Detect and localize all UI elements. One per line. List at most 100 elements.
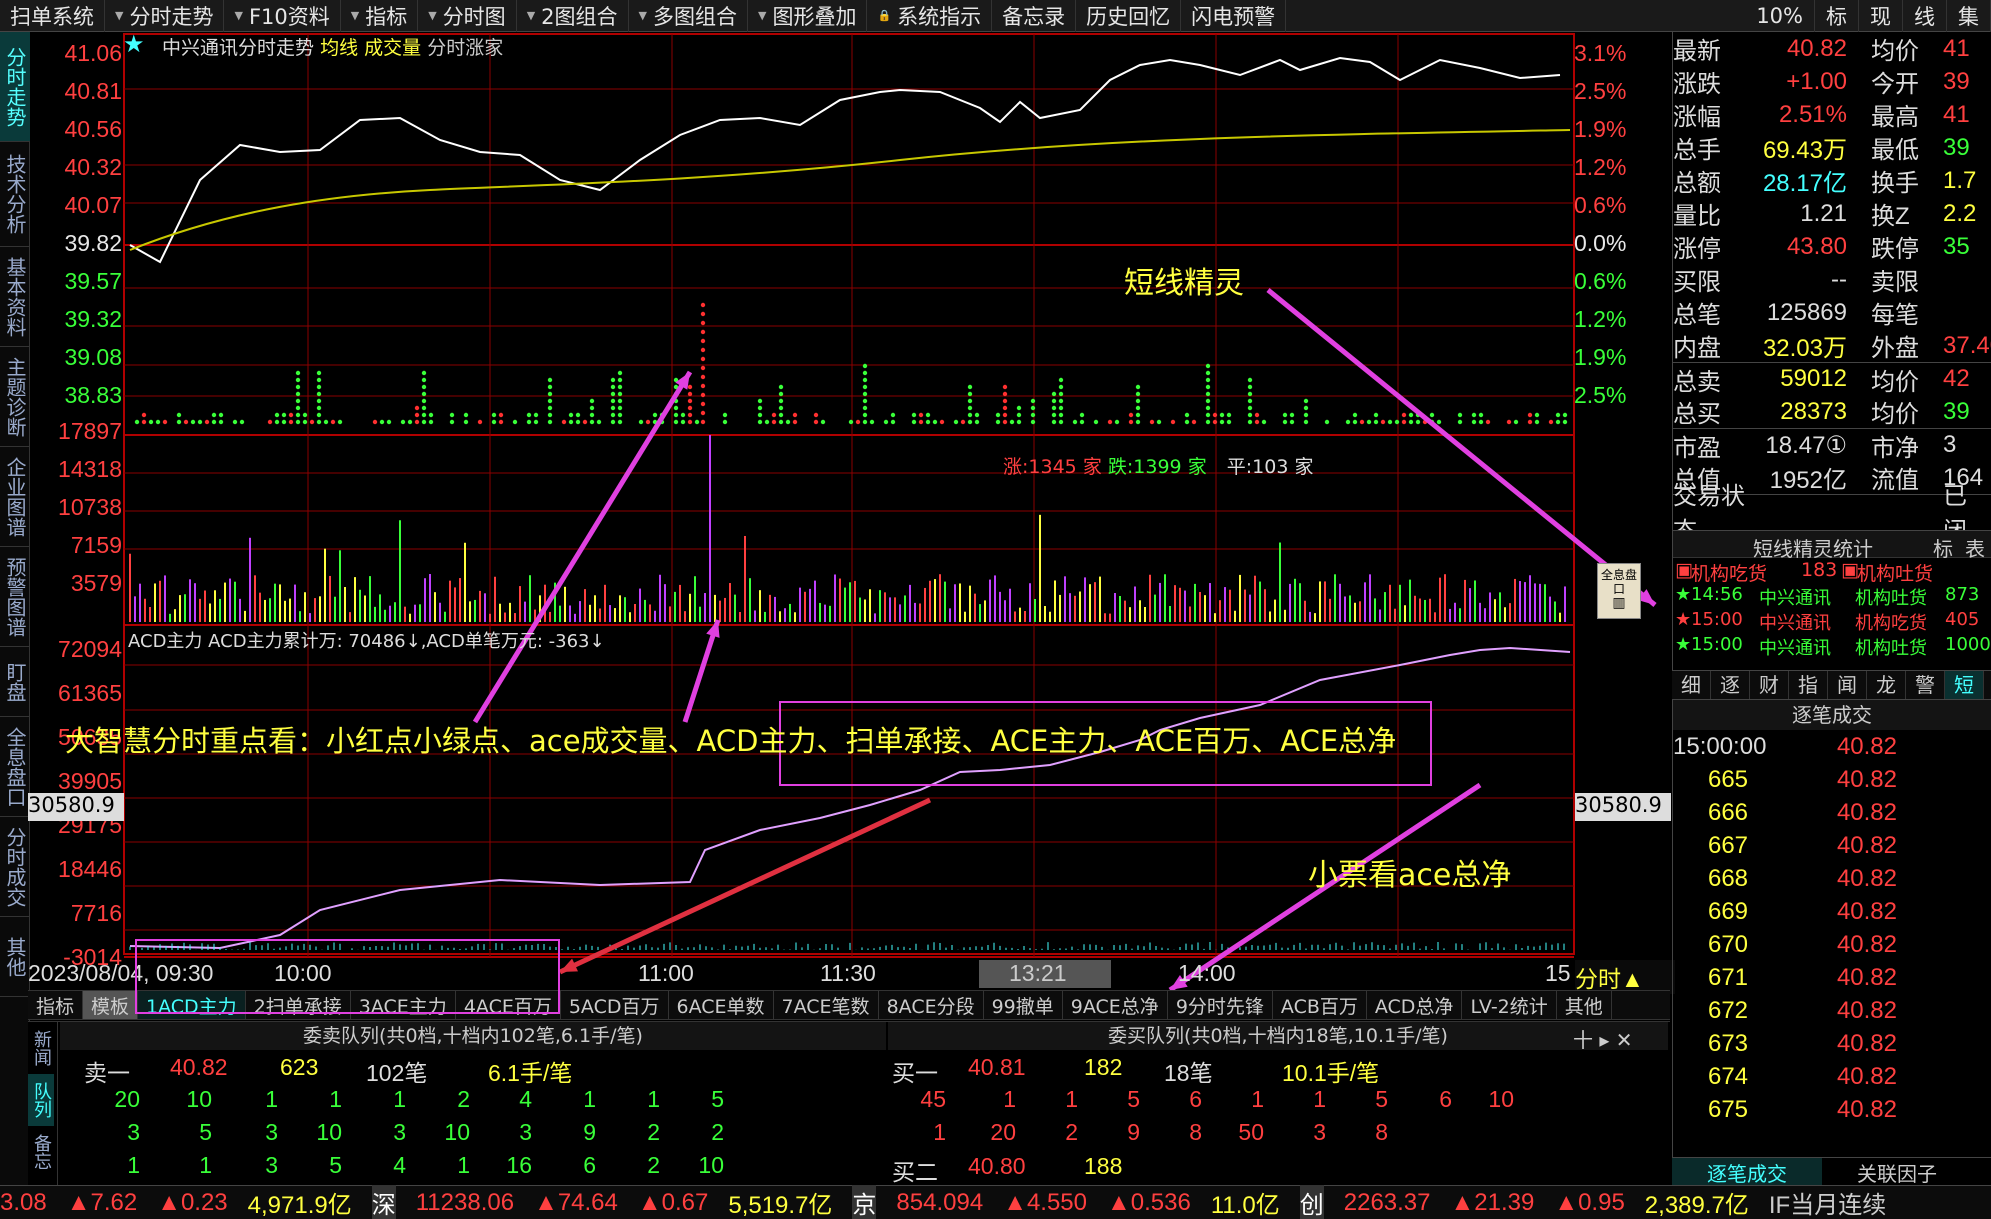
queue-order-size: 20 xyxy=(100,1086,140,1113)
status-item: ▲0.67 xyxy=(638,1189,708,1217)
next-icon[interactable]: ▸ xyxy=(1599,1028,1609,1052)
acd-tick: 18446 xyxy=(28,856,122,883)
signal-dot xyxy=(961,420,965,424)
signal-dot xyxy=(1374,420,1378,424)
signal-dot xyxy=(1171,420,1175,424)
queue-order-size: 5 xyxy=(302,1152,342,1179)
signal-dot xyxy=(891,420,895,424)
spirit-event-field: 中兴通讯 xyxy=(1759,609,1831,635)
tab-tick-deals[interactable]: 逐笔成交 xyxy=(1672,1158,1822,1185)
tab-7ace-trades[interactable]: 7ACE笔数 xyxy=(774,991,879,1019)
quote-row: 最新 40.82 均价 41 xyxy=(1673,32,1991,65)
detail-tab[interactable]: 警 xyxy=(1906,671,1945,699)
queue-order-size: 5 xyxy=(1100,1086,1140,1113)
signal-dot xyxy=(219,413,223,417)
quote-key: 总买 xyxy=(1673,394,1745,429)
tab-other-indicators[interactable]: 其他 xyxy=(1557,991,1612,1019)
tab-9-pioneer[interactable]: 9分时先锋 xyxy=(1168,991,1273,1019)
tab-99-cancel[interactable]: 99撤单 xyxy=(984,991,1063,1019)
tick-row: 667 40.82 xyxy=(1673,829,1991,862)
signal-dot xyxy=(1283,420,1287,424)
signal-dot xyxy=(1017,413,1021,417)
signal-dot xyxy=(177,413,181,417)
signal-dot xyxy=(499,413,503,417)
quote-row: 总额 28.17亿 换手 1.7 xyxy=(1673,164,1991,197)
quote-value: 1952亿 xyxy=(1745,460,1847,495)
signal-dot xyxy=(1248,392,1252,396)
signal-dot xyxy=(233,420,237,424)
tab-template[interactable]: 模板 xyxy=(83,991,138,1019)
queue-order-size: 1 xyxy=(172,1152,212,1179)
signal-dot xyxy=(1003,413,1007,417)
tab-memo[interactable]: 备忘 xyxy=(28,1126,54,1178)
detail-tab[interactable]: 短 xyxy=(1945,671,1984,699)
period-selector[interactable]: 分时▲ xyxy=(1575,960,1675,994)
spirit-event-row[interactable]: ★ 15:00 中兴通讯 机构吐货 1000 xyxy=(1673,634,1991,659)
full-orderbook-button[interactable]: 全息盘口 ▥ xyxy=(1597,563,1641,619)
quote-value: 42 xyxy=(1943,365,1983,393)
tab-acb-million[interactable]: ACB百万 xyxy=(1273,991,1367,1019)
signal-dot xyxy=(618,392,622,396)
tab-queue[interactable]: 队列 xyxy=(28,1074,54,1126)
quote-key: 买限 xyxy=(1673,262,1745,297)
signal-dot xyxy=(701,348,705,352)
pct-tick: 1.9% xyxy=(1574,116,1626,143)
tab-9ace-net[interactable]: 9ACE总净 xyxy=(1063,991,1168,1019)
detail-tab[interactable]: 龙 xyxy=(1867,671,1906,699)
signal-dot xyxy=(1395,420,1399,424)
tab-related-factors[interactable]: 关联因子 xyxy=(1822,1158,1972,1185)
detail-tab[interactable]: 财 xyxy=(1750,671,1789,699)
tab-lv2-stats[interactable]: LV-2统计 xyxy=(1462,991,1556,1019)
detail-tab[interactable]: 细 xyxy=(1672,671,1711,699)
tab-news[interactable]: 新闻 xyxy=(28,1022,54,1074)
acd-tick: 61365 xyxy=(28,680,122,707)
signal-dot xyxy=(863,392,867,396)
quote-row: 涨跌 +1.00 今开 39 xyxy=(1673,65,1991,98)
pct-tick: 1.2% xyxy=(1574,154,1626,181)
signal-dot xyxy=(415,420,419,424)
spirit-event-row[interactable]: ★ 14:56 中兴通讯 机构吐货 873 xyxy=(1673,584,1991,609)
spirit-event-row[interactable]: ★ 15:00 中兴通讯 机构吃货 405 xyxy=(1673,609,1991,634)
detail-tab[interactable]: 指 xyxy=(1789,671,1828,699)
queue-order-size: 3 xyxy=(238,1119,278,1146)
close-icon[interactable]: ✕ xyxy=(1616,1028,1633,1052)
signal-dot xyxy=(1248,399,1252,403)
signal-dot xyxy=(1059,406,1063,410)
acd-tick: 72094 xyxy=(28,636,122,663)
tab-5acd-million[interactable]: 5ACD百万 xyxy=(561,991,669,1019)
add-icon[interactable]: 十 xyxy=(1573,1028,1593,1052)
detail-tab[interactable]: 闻 xyxy=(1828,671,1867,699)
signal-dot xyxy=(1157,420,1161,424)
signal-dot xyxy=(590,406,594,410)
tick-price: 40.82 xyxy=(1807,865,1897,893)
tab-acd-net[interactable]: ACD总净 xyxy=(1367,991,1463,1019)
signal-dot xyxy=(688,406,692,410)
queue-order-size: 5 xyxy=(684,1086,724,1113)
signal-dot xyxy=(653,413,657,417)
signal-dot xyxy=(142,420,146,424)
queue-side-tabs: 新闻 队列 备忘 xyxy=(28,1022,58,1186)
status-item: 创 xyxy=(1300,1185,1324,1219)
detail-tab[interactable]: 逐 xyxy=(1711,671,1750,699)
signal-dot xyxy=(701,384,705,388)
signal-dot xyxy=(1136,392,1140,396)
quote-key: 流值 xyxy=(1871,460,1943,495)
quote-key: 最高 xyxy=(1871,97,1943,132)
tab-6ace-count[interactable]: 6ACE单数 xyxy=(669,991,774,1019)
signal-dot xyxy=(856,420,860,424)
favorite-star-icon[interactable]: ★ xyxy=(123,30,145,58)
signal-dot xyxy=(940,420,944,424)
tick-time: 674 xyxy=(1673,1063,1783,1091)
signal-dot xyxy=(562,420,566,424)
tab-8ace-segment[interactable]: 8ACE分段 xyxy=(879,991,984,1019)
signal-dot xyxy=(611,406,615,410)
queue-order-size: 2 xyxy=(430,1086,470,1113)
tab-indicator[interactable]: 指标 xyxy=(28,991,83,1019)
spirit-event-field: 1000 xyxy=(1945,634,1991,655)
signal-dot xyxy=(317,371,321,375)
signal-dot xyxy=(611,392,615,396)
signal-dot xyxy=(863,378,867,382)
signal-dot xyxy=(590,420,594,424)
tick-time: 670 xyxy=(1673,931,1783,959)
order-queue-panel: 新闻 队列 备忘 其他 委卖队列(共0档,十档内102笔,6.1手/笔) 委买队… xyxy=(28,1021,1670,1185)
